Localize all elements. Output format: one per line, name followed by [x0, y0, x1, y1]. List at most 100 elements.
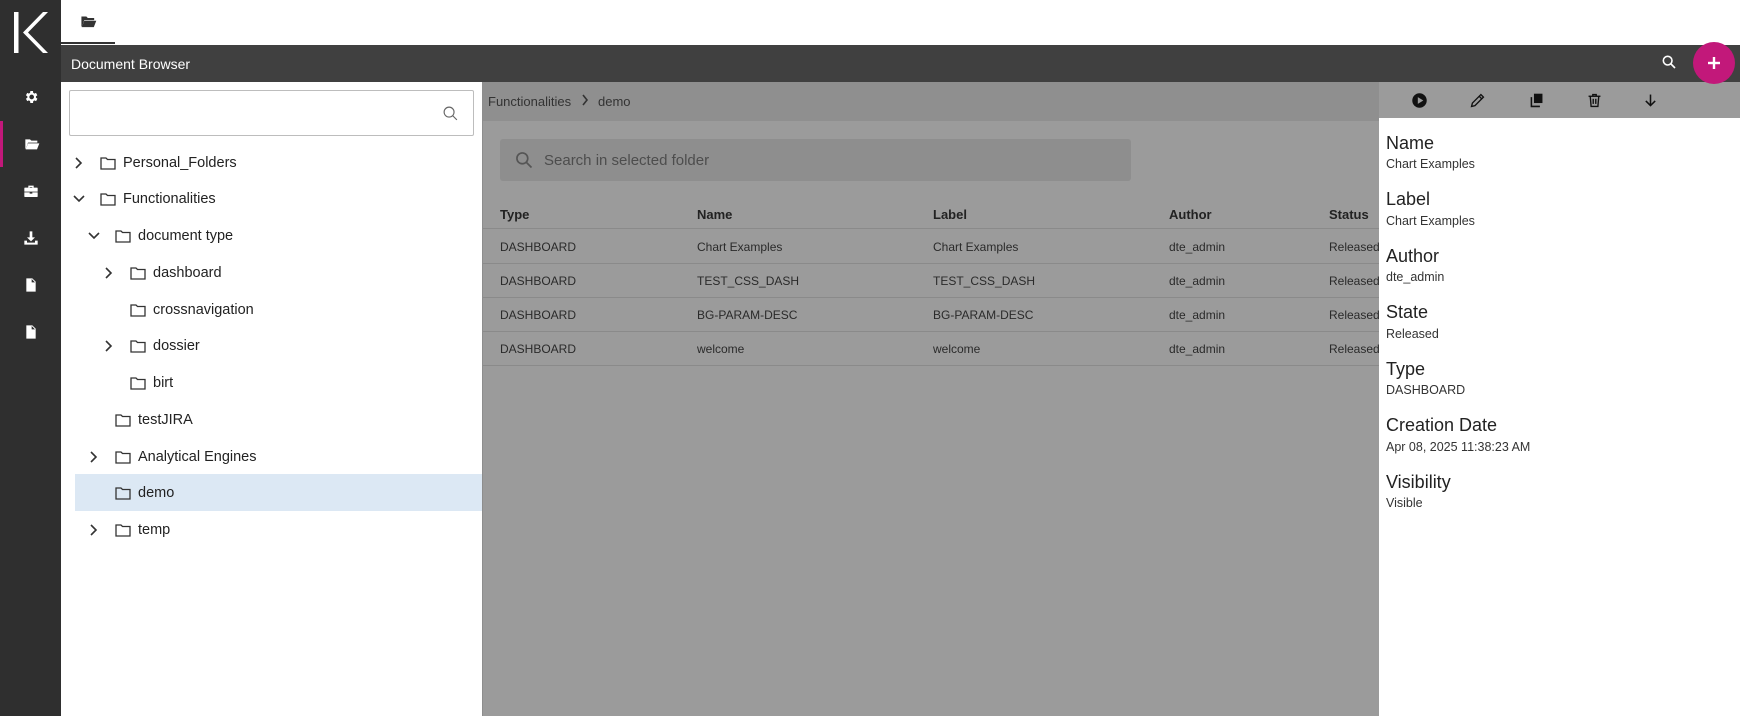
folder-open-icon	[25, 139, 40, 150]
delete-button[interactable]	[1584, 90, 1604, 110]
table-row[interactable]: DASHBOARD welcome welcome dte_admin Rele…	[483, 332, 1380, 366]
column-header-type[interactable]: Type	[500, 207, 529, 222]
document-nav-button-2[interactable]	[0, 309, 61, 355]
field-value: dte_admin	[1386, 270, 1445, 284]
folder-icon	[130, 304, 146, 317]
chevron-right-icon[interactable]	[87, 523, 101, 537]
field-label: State	[1386, 302, 1429, 322]
document-nav-button[interactable]	[0, 262, 61, 308]
column-header-name[interactable]: Name	[697, 207, 732, 222]
file-icon	[25, 325, 36, 339]
document-browser-nav-button[interactable]	[0, 121, 61, 167]
chevron-right-icon	[582, 94, 589, 106]
cell-type: DASHBOARD	[500, 308, 577, 322]
tree-node-personal-folders[interactable]: Personal_Folders	[61, 145, 482, 181]
cell-type: DASHBOARD	[500, 274, 577, 288]
chevron-right-icon[interactable]	[87, 450, 101, 464]
edit-button[interactable]	[1467, 90, 1487, 110]
gear-icon	[25, 91, 37, 103]
document-detail-panel: Name Chart Examples Label Chart Examples…	[1379, 82, 1740, 716]
tree-node-demo[interactable]: demo	[75, 474, 482, 511]
copy-button[interactable]	[1526, 90, 1546, 110]
folder-open-icon	[80, 16, 96, 27]
page-title: Document Browser	[71, 56, 191, 72]
run-button[interactable]	[1409, 90, 1429, 110]
field-label: Visibility	[1386, 472, 1451, 492]
tree-node-label: birt	[153, 375, 174, 391]
cell-label: Chart Examples	[933, 240, 1019, 254]
chevron-right-icon[interactable]	[72, 156, 86, 170]
side-rail	[0, 0, 61, 716]
cell-author: dte_admin	[1169, 274, 1226, 288]
folder-icon	[115, 414, 131, 427]
search-icon	[443, 106, 458, 121]
column-header-author[interactable]: Author	[1169, 207, 1212, 222]
search-icon	[516, 152, 533, 169]
app-logo[interactable]	[10, 10, 50, 55]
chevron-down-icon[interactable]	[87, 229, 101, 243]
download-nav-button[interactable]	[0, 215, 61, 261]
field-value: DASHBOARD	[1386, 383, 1466, 397]
field-label: Name	[1386, 133, 1435, 153]
field-value: Released	[1386, 327, 1439, 341]
cell-type: DASHBOARD	[500, 342, 577, 356]
folder-icon	[115, 451, 131, 464]
tree-node-analytical-engines[interactable]: Analytical Engines	[61, 439, 482, 475]
search-button[interactable]	[1661, 54, 1679, 72]
table-row[interactable]: DASHBOARD TEST_CSS_DASH TEST_CSS_DASH dt…	[483, 264, 1380, 298]
tree-node-birt[interactable]: birt	[61, 365, 482, 401]
settings-nav-button[interactable]	[0, 74, 61, 120]
column-header-status[interactable]: Status	[1329, 207, 1369, 222]
tree-node-label: temp	[138, 522, 171, 538]
tree-node-label: demo	[138, 484, 175, 501]
document-list-panel: Functionalities demo Type Name Label Aut…	[482, 82, 1380, 716]
copy-icon	[1530, 93, 1542, 107]
table-row[interactable]: DASHBOARD BG-PARAM-DESC BG-PARAM-DESC dt…	[483, 298, 1380, 332]
cell-author: dte_admin	[1169, 342, 1226, 356]
tree-node-label: Functionalities	[123, 191, 216, 207]
tab-document-browser[interactable]	[61, 0, 115, 44]
move-down-button[interactable]	[1640, 90, 1660, 110]
column-header-label[interactable]: Label	[933, 207, 967, 222]
tree-node-document-type[interactable]: document type	[61, 218, 482, 254]
cell-label: BG-PARAM-DESC	[933, 308, 1034, 322]
cell-name: Chart Examples	[697, 240, 783, 254]
table-row[interactable]: DASHBOARD Chart Examples Chart Examples …	[483, 230, 1380, 264]
cell-name: BG-PARAM-DESC	[697, 308, 798, 322]
folder-tree-panel: Personal_Folders Functionalities documen…	[61, 82, 482, 716]
file-icon	[25, 278, 36, 292]
cell-author: dte_admin	[1169, 240, 1226, 254]
chevron-right-icon[interactable]	[102, 266, 116, 280]
plus-icon	[1708, 57, 1720, 69]
workspace-nav-button[interactable]	[0, 168, 61, 214]
chevron-right-icon[interactable]	[102, 339, 116, 353]
play-icon	[1411, 92, 1427, 108]
breadcrumb-item[interactable]: demo	[598, 94, 631, 109]
top-tab-strip	[61, 0, 1740, 45]
tree-search-input[interactable]	[69, 90, 474, 136]
tree-node-dossier[interactable]: dossier	[61, 328, 482, 364]
tree-node-temp[interactable]: temp	[61, 512, 482, 548]
cell-status: Released	[1329, 240, 1380, 254]
chevron-down-icon[interactable]	[72, 192, 86, 206]
folder-icon	[115, 230, 131, 243]
detail-toolbar	[1379, 82, 1740, 118]
tree-node-label: crossnavigation	[153, 302, 254, 318]
tree-node-functionalities[interactable]: Functionalities	[61, 181, 482, 217]
folder-icon	[130, 377, 146, 390]
field-label: Label	[1386, 189, 1431, 209]
folder-search-input[interactable]	[544, 139, 1104, 181]
tree-node-testjira[interactable]: testJIRA	[61, 402, 482, 438]
folder-icon	[100, 157, 116, 170]
tree-node-crossnavigation[interactable]: crossnavigation	[61, 292, 482, 328]
add-document-button[interactable]	[1693, 42, 1735, 84]
arrow-down-icon	[1644, 94, 1656, 107]
tree-node-label: Personal_Folders	[123, 155, 237, 171]
folder-icon	[130, 340, 146, 353]
cell-status: Released	[1329, 342, 1380, 356]
breadcrumb-item[interactable]: Functionalities	[488, 94, 571, 109]
tree-node-label: testJIRA	[138, 412, 193, 428]
tree-node-dashboard[interactable]: dashboard	[61, 255, 482, 291]
delete-icon	[1588, 93, 1600, 107]
cell-status: Released	[1329, 308, 1380, 322]
